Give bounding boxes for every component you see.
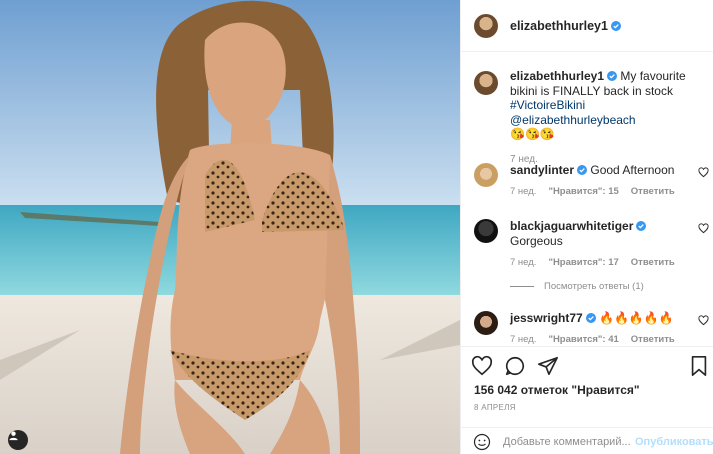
reply-button[interactable]: Ответить [631, 334, 675, 345]
heart-icon[interactable] [698, 315, 709, 326]
add-comment-bar: Опубликовать [461, 427, 713, 454]
post-photo[interactable] [0, 0, 460, 454]
commenter-username[interactable]: sandylinter [510, 163, 574, 177]
comment-item: blackjaguarwhitetiger Gorgeous 7 нед. "Н… [474, 219, 709, 268]
comment-item: jesswright77 🔥🔥🔥🔥🔥 7 нед. "Нравится": 41… [474, 311, 709, 345]
comment-text: Gorgeous [510, 234, 563, 248]
comment-text: 🔥🔥🔥🔥🔥 [599, 311, 674, 325]
caption-username[interactable]: elizabethhurley1 [510, 69, 604, 83]
verified-badge-icon [577, 165, 588, 175]
comments-list[interactable]: elizabethhurley1 My favourite bikini is … [461, 53, 713, 346]
comment-item: sandylinter Good Afternoon 7 нед. "Нрави… [474, 163, 709, 197]
user-tag-icon[interactable] [8, 430, 28, 450]
author-avatar[interactable] [474, 13, 498, 38]
comment-likes[interactable]: "Нравится": 15 [548, 186, 618, 197]
author-username[interactable]: elizabethhurley1 [510, 19, 608, 33]
post-header: elizabethhurley1 [461, 0, 713, 52]
comment-text: Good Afternoon [590, 163, 675, 177]
verified-badge-icon [636, 221, 647, 231]
commenter-username[interactable]: jesswright77 [510, 311, 583, 325]
reply-button[interactable]: Ответить [631, 186, 675, 197]
post-date[interactable]: 8 АПРЕЛЯ [474, 403, 516, 412]
verified-badge-icon [607, 71, 618, 81]
view-replies-button[interactable]: Посмотреть ответы (1) [510, 281, 644, 292]
comment-input[interactable] [503, 435, 633, 448]
instagram-post: elizabethhurley1 elizabethhurley1 My fav… [0, 0, 713, 454]
post-actions: 156 042 отметок "Нравится" 8 АПРЕЛЯ Опуб… [461, 346, 713, 454]
view-replies-label: Посмотреть ответы (1) [544, 281, 644, 292]
likes-count[interactable]: 156 042 отметок "Нравится" [474, 383, 640, 397]
caption-mention[interactable]: @elizabethhurleybeach [510, 113, 636, 127]
post-caption: elizabethhurley1 My favourite bikini is … [474, 69, 704, 165]
commenter-username[interactable]: blackjaguarwhitetiger [510, 219, 633, 233]
post-side-panel: elizabethhurley1 elizabethhurley1 My fav… [460, 0, 713, 454]
comment-likes[interactable]: "Нравится": 41 [548, 334, 618, 345]
comment-time[interactable]: 7 нед. [510, 257, 536, 268]
beach-photo-illustration [0, 0, 460, 454]
comment-icon[interactable] [504, 355, 526, 377]
comment-likes[interactable]: "Нравится": 17 [548, 257, 618, 268]
replies-divider [510, 286, 534, 287]
heart-icon[interactable] [698, 223, 709, 234]
smiley-icon[interactable] [473, 433, 491, 451]
bookmark-icon[interactable] [689, 355, 709, 377]
commenter-avatar[interactable] [474, 163, 498, 187]
publish-button[interactable]: Опубликовать [635, 436, 713, 448]
caption-emoji: 😘😘😘 [510, 127, 555, 141]
comment-time[interactable]: 7 нед. [510, 334, 536, 345]
verified-badge-icon [585, 313, 596, 323]
heart-icon[interactable] [698, 167, 709, 178]
caption-author-avatar[interactable] [474, 71, 498, 95]
caption-hashtag[interactable]: #VictoireBikini [510, 98, 585, 112]
paper-plane-icon[interactable] [537, 355, 559, 377]
commenter-avatar[interactable] [474, 311, 498, 335]
reply-button[interactable]: Ответить [631, 257, 675, 268]
verified-badge-icon [610, 20, 621, 31]
heart-icon[interactable] [471, 355, 493, 377]
comment-time[interactable]: 7 нед. [510, 186, 536, 197]
commenter-avatar[interactable] [474, 219, 498, 243]
